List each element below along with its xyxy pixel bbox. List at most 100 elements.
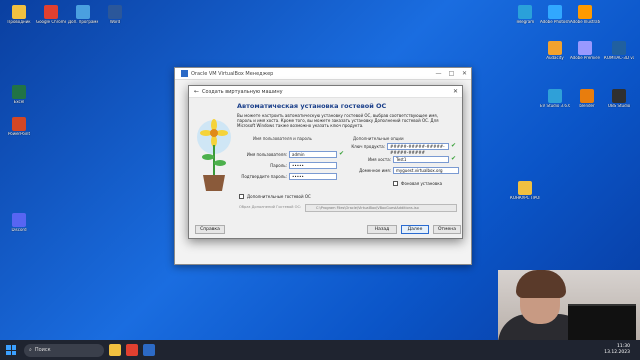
clock-date: 13.12.2023 xyxy=(604,350,630,355)
domain-field[interactable]: myguest.virtualbox.org xyxy=(393,167,459,174)
dialog-titlebar: ← Создать виртуальную машину ✕ xyxy=(189,86,462,98)
desktop-icon[interactable]: Word xyxy=(100,4,130,34)
search-icon: ⌕ xyxy=(29,347,32,353)
laptop-image xyxy=(568,304,636,340)
iso-label: Образ Дополнений Гостевой ОС: xyxy=(239,205,302,209)
taskbar-virtualbox-icon[interactable] xyxy=(143,344,155,356)
desktop-icon[interactable]: OBS Studio xyxy=(604,88,634,118)
create-vm-dialog: ← Создать виртуальную машину ✕ Автоматич… xyxy=(188,85,463,239)
search-placeholder: Поиск xyxy=(34,347,51,353)
desktop-icon-label: Excel xyxy=(13,100,25,104)
taskbar-explorer-icon[interactable] xyxy=(109,344,121,356)
minimize-button[interactable]: — xyxy=(432,70,445,77)
desktop-icon[interactable]: Discord xyxy=(4,212,34,242)
username-valid-icon: ✔ xyxy=(339,150,345,157)
desktop-icon-label: КОНКУРС ПРОЕКТОВ xyxy=(510,196,540,200)
product-key-valid-icon: ✔ xyxy=(451,142,457,149)
desktop-icon[interactable]: EV Studio 3.6.6 xyxy=(540,88,570,118)
app-icon xyxy=(548,89,562,103)
close-button[interactable]: ✕ xyxy=(458,70,471,77)
password-field[interactable]: ••••• xyxy=(289,162,337,169)
desktop-icon-label: КОМПАС-3D v18.1 xyxy=(604,56,634,60)
desktop-icon[interactable]: Проводник xyxy=(4,4,34,34)
maximize-button[interactable]: □ xyxy=(445,70,458,77)
username-field[interactable]: admin xyxy=(289,151,337,158)
app-icon xyxy=(578,5,592,19)
taskbar: ⌕ Поиск 11:30 13.12.2023 xyxy=(0,340,640,360)
taskbar-chrome-icon[interactable] xyxy=(126,344,138,356)
app-icon xyxy=(108,5,122,19)
password-label: Пароль: xyxy=(270,163,287,168)
desktop-icon-label: Google Chrome xyxy=(36,20,66,24)
app-icon xyxy=(612,41,626,55)
desktop-icon[interactable]: PowerPoint xyxy=(4,116,34,146)
system-tray-clock[interactable]: 11:30 13.12.2023 xyxy=(604,344,640,356)
start-button[interactable] xyxy=(4,343,18,357)
background-install-checkbox[interactable] xyxy=(393,181,398,186)
app-icon xyxy=(76,5,90,19)
desktop-icon[interactable]: Adobe Photoshop xyxy=(540,4,570,34)
desktop-icon-label: Adobe Premiere Pro xyxy=(570,56,600,60)
app-icon xyxy=(12,117,26,131)
wizard-heading: Автоматическая установка гостевой ОС xyxy=(237,102,387,110)
virtualbox-icon xyxy=(181,70,188,77)
desktop-icon[interactable]: Google Chrome xyxy=(36,4,66,34)
app-icon xyxy=(580,89,594,103)
desktop-icon-label: Adobe Photoshop xyxy=(540,20,570,24)
desktop-icon-label: Adobe Illustrator xyxy=(570,20,600,24)
hostname-label: Имя хоста: xyxy=(368,157,391,162)
desktop-icon[interactable]: КОМПАС-3D v18.1 xyxy=(604,40,634,70)
desktop-icon-label: blender xyxy=(579,104,595,108)
group-extra-options-label: Дополнительные опции xyxy=(353,136,404,141)
app-icon xyxy=(518,5,532,19)
desktop-icon-label: Word xyxy=(109,20,121,24)
hostname-valid-icon: ✔ xyxy=(451,155,457,162)
confirm-password-field[interactable]: ••••• xyxy=(289,173,337,180)
group-user-password-label: Имя пользователя и пароль xyxy=(253,136,312,141)
product-key-field[interactable]: #####-#####-#####-#####-##### xyxy=(387,143,449,155)
dialog-title: Создать виртуальную машину xyxy=(202,88,283,95)
app-icon xyxy=(548,5,562,19)
person-hair xyxy=(516,270,566,298)
desktop-icon[interactable]: Telegram xyxy=(510,4,540,34)
next-button[interactable]: Далее xyxy=(401,225,429,234)
desktop-icon-label: Доп. программы xyxy=(68,20,98,24)
product-key-label: Ключ продукта: xyxy=(351,144,385,149)
wizard-illustration-icon xyxy=(197,119,231,191)
window-title: Oracle VM VirtualBox Менеджер xyxy=(191,70,274,77)
app-icon xyxy=(12,5,26,19)
dialog-close-button[interactable]: ✕ xyxy=(449,88,462,95)
desktop-icon-label: PowerPoint xyxy=(7,132,31,136)
app-icon xyxy=(44,5,58,19)
iso-path-field[interactable]: C:\Program Files\Oracle\VirtualBox\VBoxG… xyxy=(305,204,457,212)
desktop-icon-label: OBS Studio xyxy=(607,104,631,108)
desktop-icon[interactable]: Excel xyxy=(4,84,34,114)
desktop-icon[interactable]: Audacity xyxy=(540,40,570,70)
taskbar-search[interactable]: ⌕ Поиск xyxy=(24,343,104,357)
desktop-icon-label: EV Studio 3.6.6 xyxy=(540,104,570,108)
hostname-field[interactable]: Test1 xyxy=(393,156,449,163)
help-button[interactable]: Справка xyxy=(195,225,225,234)
username-label: Имя пользователя: xyxy=(246,152,287,157)
desktop-icon-label: Audacity xyxy=(546,56,564,60)
app-icon xyxy=(12,213,26,227)
desktop-icon[interactable]: blender xyxy=(572,88,602,118)
desktop-icon[interactable]: Доп. программы xyxy=(68,4,98,34)
desktop-icon[interactable]: Adobe Premiere Pro xyxy=(570,40,600,70)
confirm-password-label: Подтвердите пароль: xyxy=(241,174,287,179)
app-icon xyxy=(548,41,562,55)
guest-additions-checkbox[interactable] xyxy=(239,194,244,199)
app-icon xyxy=(612,89,626,103)
back-arrow-icon[interactable]: ← xyxy=(194,88,199,95)
domain-label: Доменное имя: xyxy=(359,168,391,173)
desktop-icon-label: Discord xyxy=(11,228,27,232)
webcam-overlay xyxy=(498,270,640,340)
desktop-icon[interactable]: Adobe Illustrator xyxy=(570,4,600,34)
guest-additions-label: Дополнительные гостевой ОС xyxy=(247,194,311,199)
desktop-icon[interactable]: КОНКУРС ПРОЕКТОВ xyxy=(510,180,540,210)
background-install-label: Фоновая установка xyxy=(401,181,443,186)
wizard-description: Вы можете настроить автоматическую устан… xyxy=(237,113,439,128)
app-icon xyxy=(518,181,532,195)
back-button[interactable]: Назад xyxy=(367,225,397,234)
cancel-button[interactable]: Отмена xyxy=(433,225,461,234)
